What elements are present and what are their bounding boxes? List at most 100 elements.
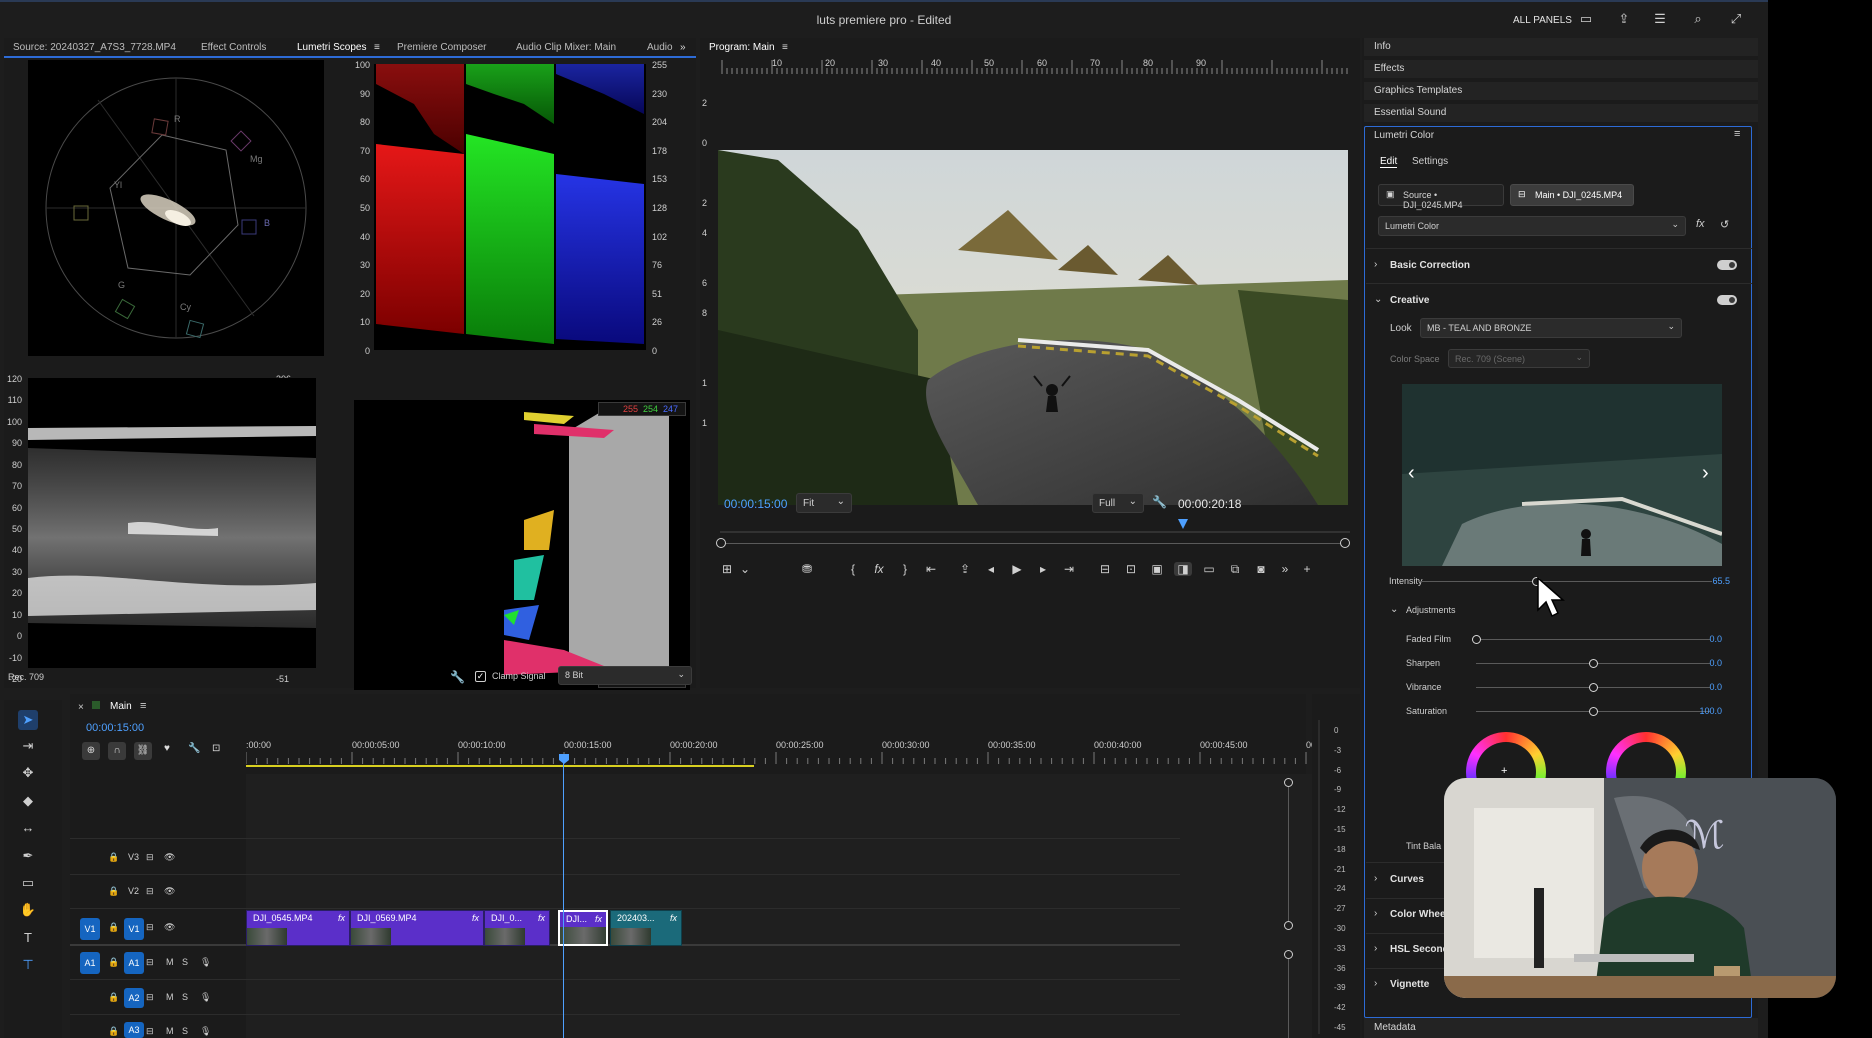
sync-lock-icon[interactable]: ⊟ [146, 957, 154, 968]
source-patch-a1[interactable]: A1 [80, 952, 100, 974]
color-wheels-section[interactable]: Color Wheel [1390, 909, 1448, 920]
panel-metadata[interactable]: Metadata [1374, 1022, 1416, 1033]
panel-info[interactable]: Info [1374, 41, 1391, 52]
effects-panel-header[interactable] [1364, 60, 1758, 78]
chevron-right-icon[interactable]: › [1374, 259, 1377, 270]
hand-tool-icon[interactable]: ✋ [18, 900, 38, 920]
audio-scroll-bar[interactable] [1288, 959, 1289, 1038]
look-preview-thumbnail[interactable]: ‹ › [1402, 384, 1722, 566]
mark-out-icon[interactable]: } [896, 562, 914, 576]
add-marker-icon[interactable]: ♥ [164, 743, 170, 754]
reset-icon[interactable]: ↺ [1720, 218, 1729, 231]
microphone-icon[interactable]: 🎙 [200, 1026, 211, 1037]
step-back-icon[interactable]: ◂ [982, 562, 1000, 576]
multicam-icon[interactable]: ⧉ [1226, 562, 1244, 577]
clip-dji-selected[interactable]: DJI... fx [558, 910, 608, 946]
fx-toggle-icon[interactable]: fx [1696, 218, 1705, 230]
clip-dji-0[interactable]: DJI_0... fx [484, 910, 550, 946]
creative-toggle[interactable] [1717, 295, 1737, 305]
vr-video-icon[interactable]: ▭ [1200, 562, 1218, 576]
lock-icon[interactable]: 🔒 [108, 886, 119, 897]
sync-lock-icon[interactable]: ⊟ [146, 992, 154, 1003]
wrench-icon[interactable]: 🔧 [450, 670, 465, 684]
pen-tool-icon[interactable]: ✒ [18, 846, 38, 866]
clamp-signal-checkbox[interactable]: ✓ [475, 671, 486, 682]
tab-audio-clip-mixer[interactable]: Audio Clip Mixer: Main [516, 42, 616, 53]
chevron-right-icon[interactable]: › [1374, 908, 1377, 919]
go-to-in-icon[interactable]: ⇤ [922, 562, 940, 576]
out-handle[interactable] [1340, 538, 1350, 548]
microphone-icon[interactable]: 🎙 [200, 957, 211, 968]
settings-sliders-icon[interactable]: ☰ [1652, 12, 1668, 26]
mute-a2[interactable]: M [166, 992, 174, 1002]
more-controls-icon[interactable]: » [1276, 562, 1294, 576]
vertical-scroll-knob[interactable] [1284, 778, 1293, 787]
track-name-v2[interactable]: V2 [128, 886, 139, 896]
track-target-v1[interactable]: V1 [124, 918, 144, 940]
effect-instance-select[interactable]: Lumetri Color ⌄ [1378, 216, 1686, 236]
panel-effects[interactable]: Effects [1374, 63, 1404, 74]
solo-a1[interactable]: S [182, 957, 188, 967]
workspace-icon[interactable]: ▭ [1578, 12, 1594, 26]
lock-icon[interactable]: 🔒 [108, 852, 119, 863]
chevron-down-icon[interactable]: ⌄ [736, 562, 754, 576]
sync-lock-icon[interactable]: ⊟ [146, 922, 154, 933]
camera-icon[interactable]: ◙ [1252, 562, 1270, 576]
color-space-select[interactable]: Rec. 709 (Scene) ⌄ [1448, 349, 1590, 368]
tab-effect-controls[interactable]: Effect Controls [201, 42, 266, 53]
look-select[interactable]: MB - TEAL AND BRONZE ⌄ [1420, 318, 1682, 338]
eye-icon[interactable]: 👁 [164, 922, 175, 933]
tab-menu-icon[interactable]: ≡ [374, 42, 380, 53]
adjustment-slider-knob[interactable] [1472, 635, 1481, 644]
lift-icon[interactable]: ⊟ [1096, 562, 1114, 576]
chevron-down-icon[interactable]: ⌄ [1374, 294, 1382, 305]
share-icon[interactable]: ⇪ [1616, 12, 1632, 26]
track-select-tool-icon[interactable]: ⇥ [18, 736, 38, 756]
track-name-v3[interactable]: V3 [128, 852, 139, 862]
in-handle[interactable] [716, 538, 726, 548]
lumetri-menu-icon[interactable]: ≡ [1734, 128, 1740, 140]
toggle-proxies-icon[interactable]: ◨ [1174, 562, 1192, 576]
adjustment-value[interactable]: 0.0 [1682, 634, 1722, 644]
vertical-scroll-knob[interactable] [1284, 921, 1293, 930]
go-to-out-icon[interactable]: ⇥ [1060, 562, 1078, 576]
source-patch-v1[interactable]: V1 [80, 918, 100, 940]
adjustment-slider-knob[interactable] [1589, 683, 1598, 692]
close-tab-icon[interactable]: × [78, 702, 84, 713]
chevron-down-icon[interactable]: ⌄ [1390, 604, 1398, 615]
more-tabs-icon[interactable]: » [680, 42, 686, 53]
track-target-a2[interactable]: A2 [124, 988, 144, 1008]
fullscreen-icon[interactable]: ⤢ [1728, 12, 1744, 26]
adjustment-slider-knob[interactable] [1589, 707, 1598, 716]
adjustment-value[interactable]: 0.0 [1682, 658, 1722, 668]
chevron-right-icon[interactable]: › [1374, 943, 1377, 954]
curves-section[interactable]: Curves [1390, 874, 1424, 885]
clip-dji-0569[interactable]: DJI_0569.MP4 fx [350, 910, 484, 946]
mute-a1[interactable]: M [166, 957, 174, 967]
track-target-a3[interactable]: A3 [124, 1022, 144, 1038]
rectangle-tool-icon[interactable]: ▭ [18, 873, 38, 893]
mark-in-icon[interactable]: { [844, 562, 862, 576]
ripple-edit-tool-icon[interactable]: ✥ [18, 763, 38, 783]
program-timecode[interactable]: 00:00:15:00 [724, 497, 787, 511]
comparison-view-icon[interactable]: ▣ [1148, 562, 1166, 576]
zoom-fit-select[interactable]: Fit ⌄ [796, 493, 852, 513]
snap-icon[interactable]: ∩ [108, 742, 126, 760]
timeline-timecode[interactable]: 00:00:15:00 [86, 722, 144, 734]
search-icon[interactable]: ⌕ [1690, 12, 1706, 26]
solo-a3[interactable]: S [182, 1026, 188, 1036]
play-icon[interactable]: ▶ [1008, 562, 1026, 576]
timeline-settings-icon[interactable]: 🔧 [188, 743, 200, 754]
step-forward-icon[interactable]: ▸ [1034, 562, 1052, 576]
add-button-icon[interactable]: + [1298, 562, 1316, 576]
sync-lock-icon[interactable]: ⊟ [146, 852, 154, 863]
lock-icon[interactable]: 🔒 [108, 992, 119, 1003]
all-panels-label[interactable]: ALL PANELS [1513, 15, 1572, 26]
clip-202403[interactable]: 202403... fx [610, 910, 682, 946]
intensity-value[interactable]: 65.5 [1690, 576, 1730, 586]
solo-a2[interactable]: S [182, 992, 188, 1002]
adjustment-slider-knob[interactable] [1589, 659, 1598, 668]
metadata-panel-header[interactable] [1364, 1018, 1758, 1038]
panel-essential-sound[interactable]: Essential Sound [1374, 107, 1446, 118]
clip-dji-0545[interactable]: DJI_0545.MP4 fx [246, 910, 350, 946]
